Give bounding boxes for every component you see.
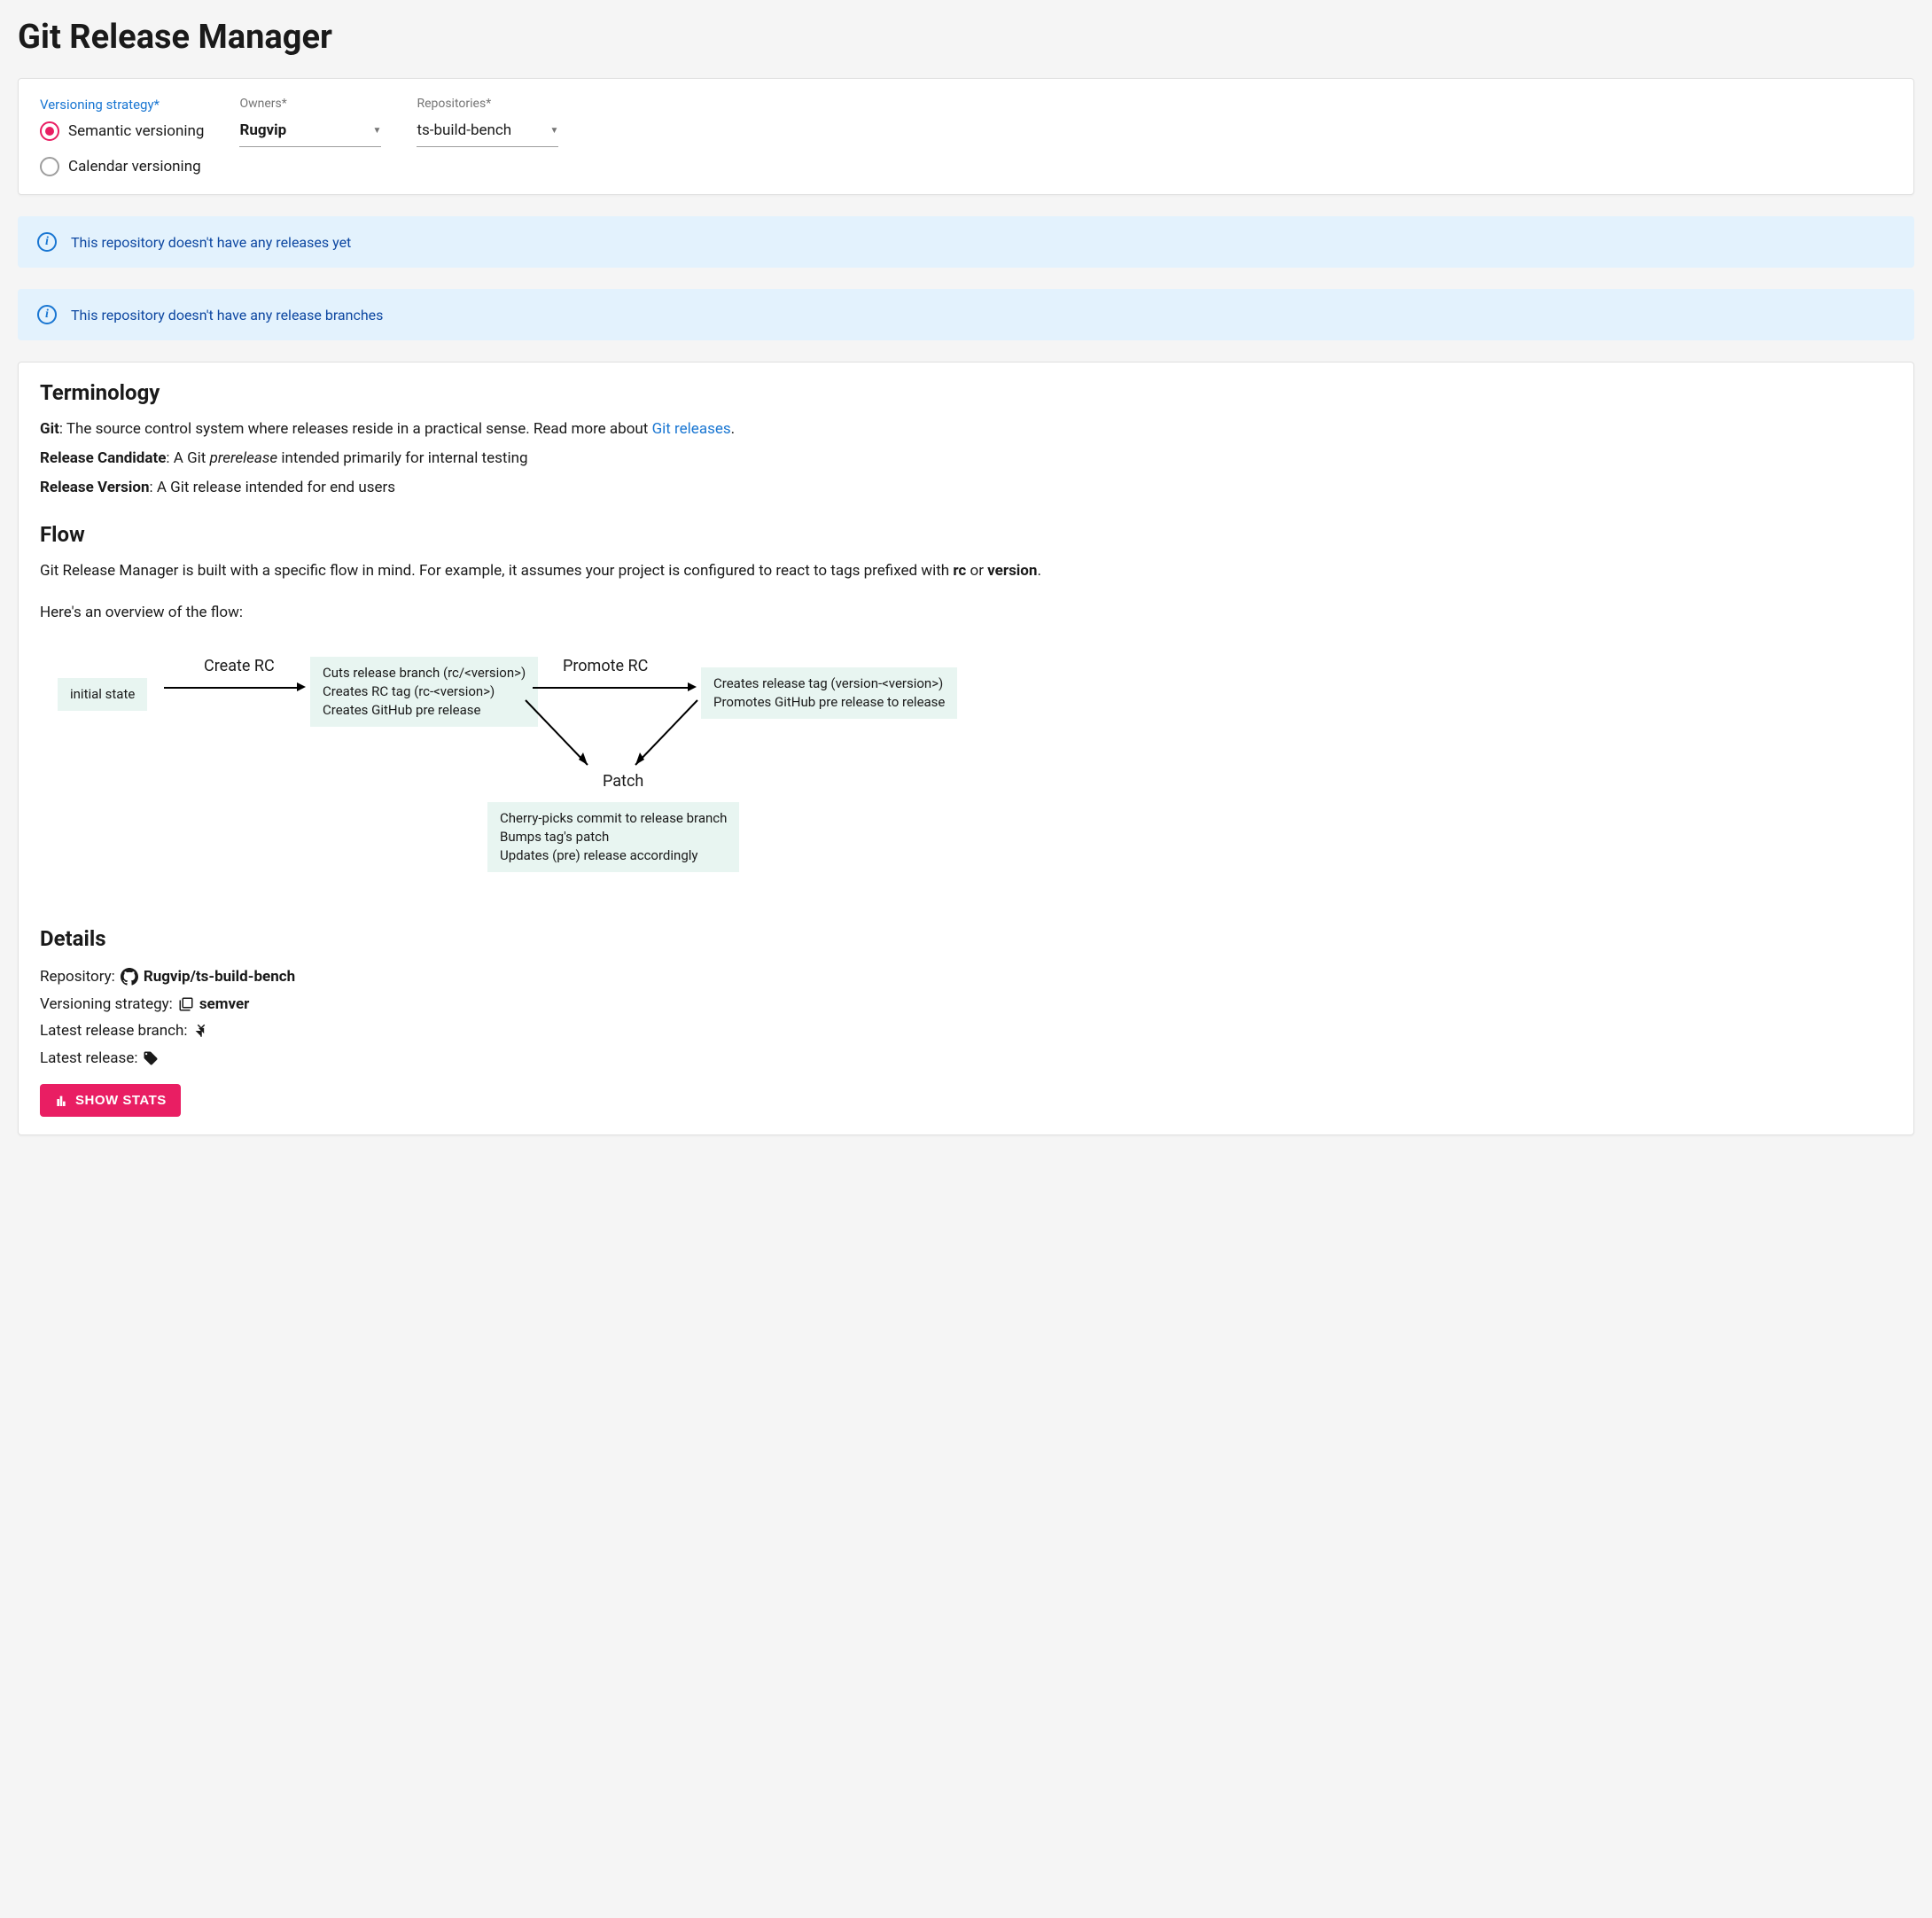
alert-no-releases: i This repository doesn't have any relea… <box>18 216 1914 268</box>
stats-icon <box>54 1094 68 1108</box>
details-heading: Details <box>40 926 1892 951</box>
alert-no-branches: i This repository doesn't have any relea… <box>18 289 1914 340</box>
repositories-section: Repositories* ts-build-bench ▼ <box>417 97 558 147</box>
terminology-rv: Release Version: A Git release intended … <box>40 476 1892 500</box>
chevron-down-icon: ▼ <box>373 126 382 136</box>
radio-unselected-icon <box>40 157 59 176</box>
flow-diagram: initial state Create RC Cuts release bra… <box>40 643 1892 900</box>
radio-selected-icon <box>40 121 59 141</box>
owners-dropdown[interactable]: Rugvip ▼ <box>239 116 381 147</box>
flow-heading: Flow <box>40 522 1892 547</box>
detail-branch: Latest release branch: <box>40 1017 1892 1045</box>
flow-label-promote-rc: Promote RC <box>563 657 648 675</box>
versioning-strategy-section: Versioning strategy* Semantic versioning… <box>40 97 204 176</box>
terminology-git: Git: The source control system where rel… <box>40 417 1892 441</box>
alert-text: This repository doesn't have any release… <box>71 234 351 251</box>
github-icon <box>121 968 138 986</box>
flow-overview: Here's an overview of the flow: <box>40 601 1892 625</box>
flow-label-create-rc: Create RC <box>204 657 275 675</box>
flow-box-promote-rc: Creates release tag (version-<version>) … <box>701 667 957 719</box>
flow-box-patch: Cherry-picks commit to release branch Bu… <box>487 802 739 872</box>
flow-label-patch: Patch <box>603 772 643 791</box>
terminology-heading: Terminology <box>40 380 1892 405</box>
strategy-icon <box>178 996 194 1012</box>
info-icon: i <box>37 305 57 324</box>
versioning-strategy-label: Versioning strategy* <box>40 97 204 113</box>
terminology-rc: Release Candidate: A Git prerelease inte… <box>40 447 1892 471</box>
repositories-dropdown[interactable]: ts-build-bench ▼ <box>417 116 558 147</box>
owners-value: Rugvip <box>239 121 286 139</box>
detail-versioning: Versioning strategy: semver <box>40 991 1892 1018</box>
detail-release: Latest release: <box>40 1045 1892 1072</box>
flow-intro: Git Release Manager is built with a spec… <box>40 559 1892 583</box>
show-stats-button[interactable]: SHOW STATS <box>40 1084 181 1117</box>
radio-label: Semantic versioning <box>68 122 204 140</box>
branch-icon <box>193 1023 209 1039</box>
page-title: Git Release Manager <box>18 18 1914 57</box>
flow-box-initial: initial state <box>58 678 147 711</box>
chevron-down-icon: ▼ <box>550 126 559 136</box>
radio-semantic-versioning[interactable]: Semantic versioning <box>40 121 204 141</box>
config-card: Versioning strategy* Semantic versioning… <box>18 78 1914 195</box>
info-card: Terminology Git: The source control syst… <box>18 362 1914 1135</box>
arrow-down-right <box>518 696 607 776</box>
repositories-value: ts-build-bench <box>417 121 511 139</box>
owners-label: Owners* <box>239 97 381 111</box>
info-icon: i <box>37 232 57 252</box>
flow-box-create-rc: Cuts release branch (rc/<version>) Creat… <box>310 657 538 727</box>
repositories-label: Repositories* <box>417 97 558 111</box>
detail-repository: Repository: Rugvip/ts-build-bench <box>40 963 1892 991</box>
alert-text: This repository doesn't have any release… <box>71 307 383 324</box>
radio-label: Calendar versioning <box>68 158 201 175</box>
git-releases-link[interactable]: Git releases <box>652 420 731 438</box>
arrow-down-left <box>616 696 705 776</box>
tag-icon <box>143 1050 159 1066</box>
radio-calendar-versioning[interactable]: Calendar versioning <box>40 157 204 176</box>
owners-section: Owners* Rugvip ▼ <box>239 97 381 147</box>
